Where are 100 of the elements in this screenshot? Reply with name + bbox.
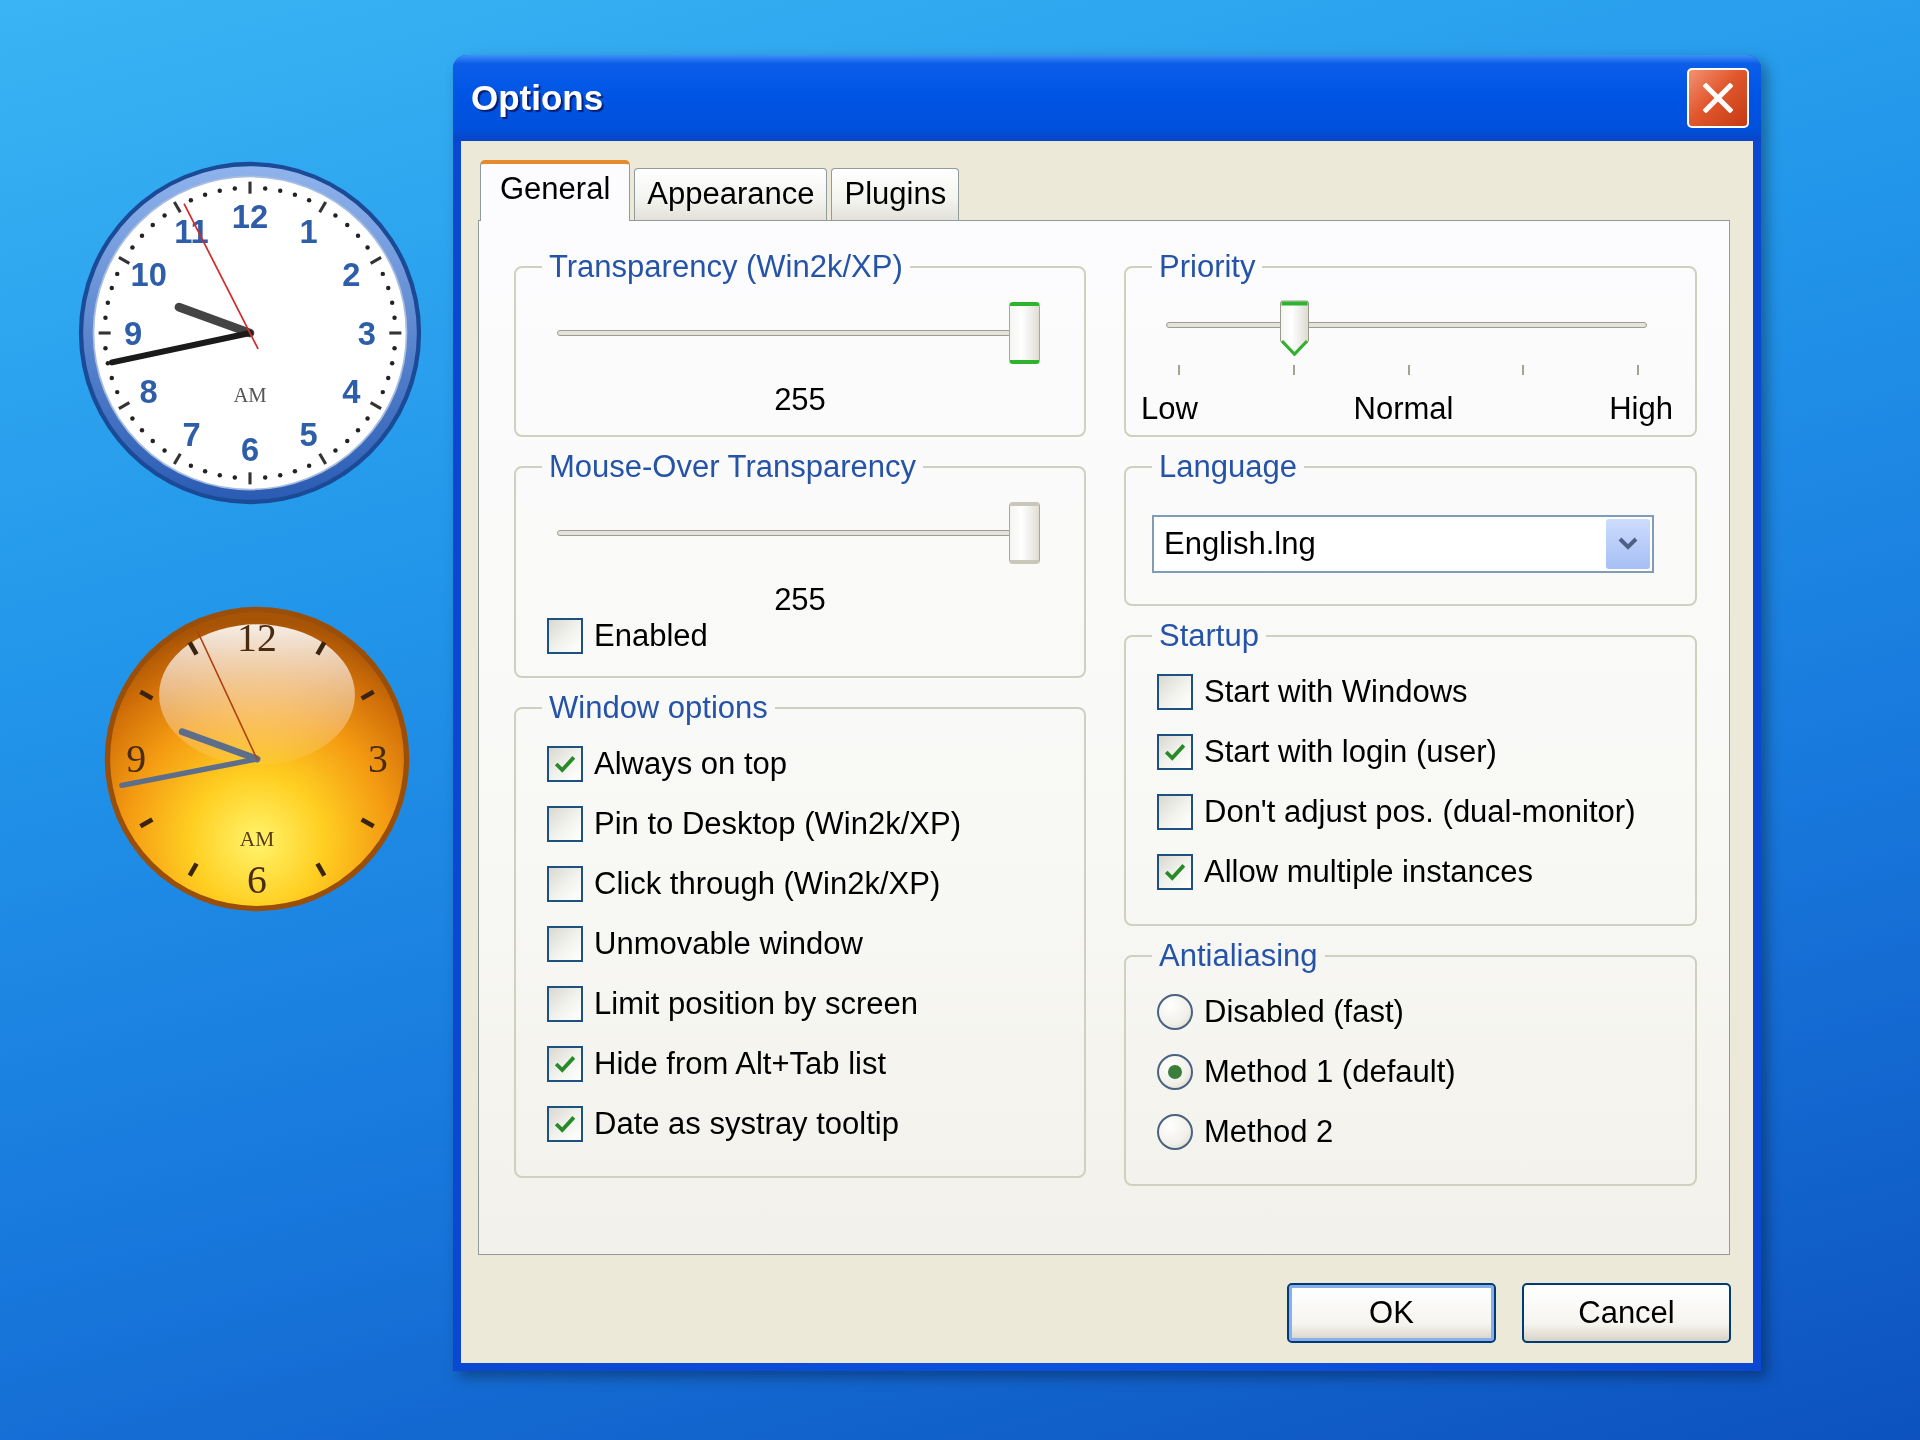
hour-tick bbox=[315, 862, 327, 877]
checkbox-label[interactable]: Enabled bbox=[594, 618, 708, 654]
radio-button[interactable] bbox=[1157, 1054, 1193, 1090]
clock-numeral: 10 bbox=[130, 256, 167, 293]
hour-tick bbox=[139, 817, 154, 829]
checkbox-label[interactable]: Allow multiple instances bbox=[1204, 854, 1534, 890]
minute-dot bbox=[365, 245, 370, 250]
radio-dot-icon bbox=[1168, 1065, 1182, 1079]
minute-dot bbox=[292, 192, 298, 197]
checkmark-icon bbox=[554, 1055, 576, 1073]
checkbox-label[interactable]: Don't adjust pos. (dual-monitor) bbox=[1204, 794, 1636, 830]
checkbox[interactable] bbox=[1157, 794, 1193, 830]
minute-dot bbox=[150, 438, 155, 444]
minute-dot bbox=[162, 448, 167, 453]
tab[interactable]: General bbox=[480, 160, 631, 221]
minute-dot bbox=[355, 233, 361, 238]
checkbox[interactable] bbox=[547, 618, 583, 654]
radio-label[interactable]: Method 2 bbox=[1204, 1114, 1334, 1150]
minute-dot bbox=[345, 222, 350, 228]
tab[interactable]: Appearance bbox=[634, 168, 828, 220]
hour-tick bbox=[139, 689, 154, 701]
minute-dot bbox=[333, 448, 338, 453]
slider-thumb[interactable] bbox=[1009, 302, 1040, 364]
hour-tick bbox=[389, 331, 402, 335]
clock-numeral: 12 bbox=[237, 616, 277, 661]
minute-dot bbox=[278, 472, 283, 478]
minute-dot bbox=[355, 428, 361, 433]
checkmark-icon bbox=[1164, 743, 1186, 761]
clock-numeral: 7 bbox=[182, 415, 201, 453]
checkbox-label[interactable]: Date as systray tooltip bbox=[594, 1106, 899, 1142]
minute-dot bbox=[105, 300, 111, 305]
minute-dot bbox=[306, 463, 312, 468]
tick-label: Normal bbox=[1353, 394, 1454, 424]
chevron-down-icon bbox=[1606, 519, 1650, 569]
minute-dot bbox=[380, 271, 385, 277]
checkbox-label[interactable]: Click through (Win2k/XP) bbox=[594, 866, 941, 902]
clock-numeral: 6 bbox=[247, 857, 267, 902]
radio-button[interactable] bbox=[1157, 1114, 1193, 1150]
minute-dot bbox=[150, 222, 155, 228]
checkbox-label[interactable]: Pin to Desktop (Win2k/XP) bbox=[594, 806, 961, 842]
clock-numeral: 3 bbox=[357, 314, 377, 352]
checkbox-label[interactable]: Start with Windows bbox=[1204, 674, 1468, 710]
radio-label[interactable]: Method 1 (default) bbox=[1204, 1054, 1456, 1090]
minute-dot bbox=[380, 389, 385, 395]
cancel-button[interactable]: Cancel bbox=[1522, 1283, 1731, 1343]
checkbox-label[interactable]: Always on top bbox=[594, 746, 787, 782]
minute-dot bbox=[232, 475, 238, 480]
checkbox[interactable] bbox=[1157, 674, 1193, 710]
hour-tick bbox=[172, 201, 182, 214]
close-button[interactable] bbox=[1687, 68, 1749, 128]
minute-dot bbox=[232, 186, 238, 191]
checkmark-icon bbox=[554, 755, 576, 773]
group-title: Transparency (Win2k/XP) bbox=[548, 249, 904, 285]
minute-dot bbox=[105, 361, 111, 366]
minute-dot bbox=[389, 361, 395, 366]
dropdown[interactable]: English.lng bbox=[1152, 515, 1654, 573]
group-title: Window options bbox=[548, 690, 769, 726]
clock-numeral: 1 bbox=[299, 213, 318, 251]
close-icon bbox=[1703, 83, 1733, 113]
clock-numeral: 5 bbox=[299, 415, 318, 453]
minute-dot bbox=[103, 345, 108, 351]
minute-dot bbox=[292, 469, 298, 474]
checkbox[interactable] bbox=[547, 986, 583, 1022]
ok-button[interactable]: OK bbox=[1287, 1283, 1496, 1343]
clock-numeral: 9 bbox=[123, 314, 143, 352]
group-title: Antialiasing bbox=[1158, 938, 1319, 974]
checkbox[interactable] bbox=[547, 866, 583, 902]
radio-label[interactable]: Disabled (fast) bbox=[1204, 994, 1404, 1030]
minute-dot bbox=[345, 438, 350, 444]
hour-tick bbox=[187, 862, 199, 877]
checkbox-label[interactable]: Unmovable window bbox=[594, 926, 863, 962]
slider-value: 255 bbox=[774, 385, 826, 415]
checkbox[interactable] bbox=[547, 1046, 583, 1082]
checkbox-label[interactable]: Hide from Alt+Tab list bbox=[594, 1046, 887, 1082]
tick-mark bbox=[1292, 365, 1295, 375]
tab[interactable]: Plugins bbox=[831, 168, 960, 220]
minute-dot bbox=[217, 188, 222, 194]
checkbox[interactable] bbox=[547, 1106, 583, 1142]
minute-dot bbox=[365, 416, 370, 421]
slider-thumb[interactable] bbox=[1278, 300, 1310, 358]
minute-dot bbox=[139, 428, 145, 433]
checkmark-icon bbox=[1164, 863, 1186, 881]
checkbox[interactable] bbox=[547, 746, 583, 782]
minute-dot bbox=[262, 186, 268, 191]
minute-dot bbox=[262, 475, 268, 480]
minute-dot bbox=[392, 345, 397, 351]
minute-dot bbox=[109, 375, 114, 381]
slider-value: 255 bbox=[774, 585, 826, 615]
checkbox[interactable] bbox=[547, 926, 583, 962]
checkbox[interactable] bbox=[547, 806, 583, 842]
checkbox[interactable] bbox=[1157, 854, 1193, 890]
hour-tick bbox=[248, 181, 252, 194]
radio-button[interactable] bbox=[1157, 994, 1193, 1030]
checkbox-label[interactable]: Start with login (user) bbox=[1204, 734, 1497, 770]
hour-tick bbox=[248, 472, 252, 485]
tick-label: High bbox=[1609, 394, 1673, 424]
checkbox[interactable] bbox=[1157, 734, 1193, 770]
minute-dot bbox=[130, 416, 135, 421]
hour-tick bbox=[118, 255, 131, 265]
checkbox-label[interactable]: Limit position by screen bbox=[594, 986, 918, 1022]
